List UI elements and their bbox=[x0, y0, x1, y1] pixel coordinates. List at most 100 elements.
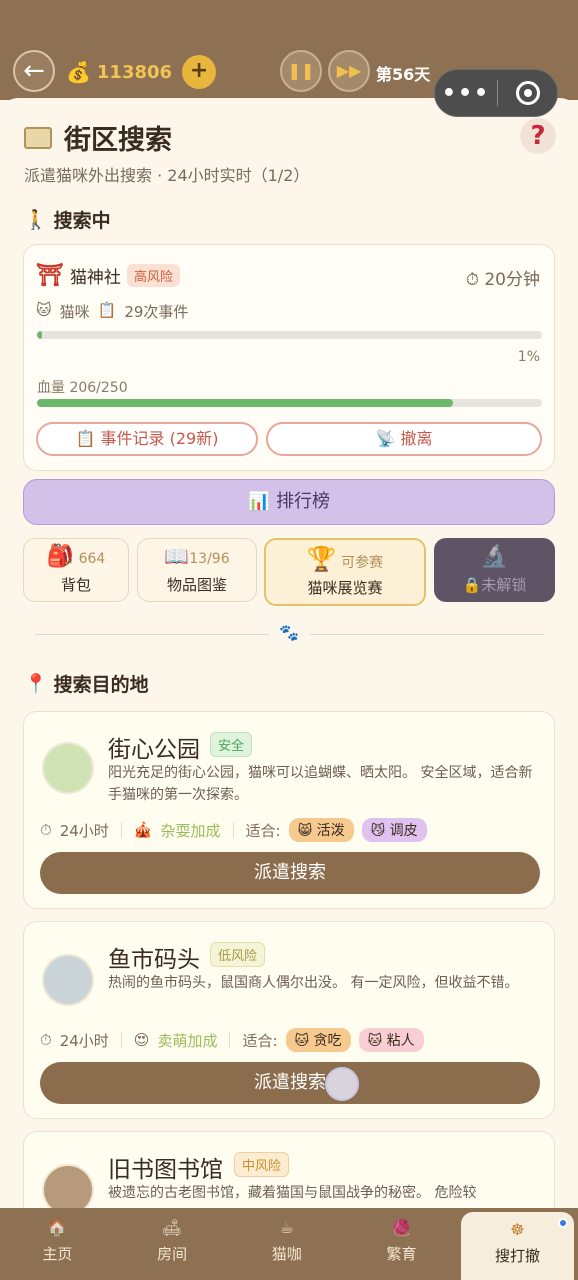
dispatch-button[interactable]: 派遣搜索 bbox=[40, 1062, 540, 1104]
page-header: 街区搜索 bbox=[24, 118, 172, 157]
cat-expo-tile[interactable]: 🏆 可参赛 猫咪展览赛 bbox=[264, 538, 426, 606]
trait-tag-label: 贪吃 bbox=[313, 1033, 342, 1049]
hp-fill bbox=[37, 399, 454, 407]
trait-tag-label: 粘人 bbox=[386, 1033, 415, 1049]
lock-icon: 🔒 bbox=[462, 576, 482, 594]
trophy-icon: 🏆 可参赛 bbox=[306, 545, 384, 573]
catalog-count: 13/96 bbox=[189, 551, 230, 567]
cat-name: 猫咪 bbox=[59, 303, 90, 321]
nav-label: 猫咖 bbox=[271, 1245, 302, 1263]
help-button[interactable]: ? bbox=[520, 118, 556, 154]
destination-desc: 热闹的鱼市码头，鼠国商人偶尔出没。 有一定风险，但收益不错。 bbox=[108, 975, 519, 991]
heart-eyes-icon: 😍 bbox=[133, 1031, 150, 1049]
duration: 24小时 bbox=[59, 821, 109, 840]
nav-label: 搜打撤 bbox=[494, 1247, 540, 1265]
trait-tag-label: 活泼 bbox=[316, 823, 345, 839]
meta-separator bbox=[120, 1032, 122, 1048]
page-title: 街区搜索 bbox=[64, 125, 172, 156]
more-menu-button[interactable]: ••• bbox=[435, 81, 497, 106]
searching-section-title: 🚶 搜索中 bbox=[24, 206, 111, 233]
destination-card-fish-market: 鱼市码头 低风险 热闹的鱼市码头，鼠国商人偶尔出没。 有一定风险，但收益不错。 … bbox=[23, 921, 555, 1119]
nav-room[interactable]: 🛋 房间 bbox=[115, 1208, 230, 1280]
active-search-card: ⛩ 猫神社 高风险 ⏱ 20分钟 🐱 猫咪 📋 29次事件 1% 血量 206/… bbox=[23, 244, 555, 471]
nav-search[interactable]: ☸ 搜打撤 bbox=[460, 1212, 575, 1280]
locked-text: 未解锁 bbox=[481, 576, 527, 594]
event-log-button[interactable]: 📋 事件记录 (29新) bbox=[36, 422, 258, 456]
yarn-icon: 🧶 bbox=[391, 1218, 412, 1237]
location-name: 猫神社 bbox=[69, 268, 121, 288]
pin-icon: 📍 bbox=[24, 673, 48, 695]
searching-label: 搜索中 bbox=[53, 210, 111, 232]
coffee-icon: ☕ bbox=[279, 1218, 294, 1237]
destination-meta: ⏱ 24小时 🎪 杂耍加成 适合: 😸 活泼 😼 调皮 bbox=[40, 818, 427, 842]
trait-tag: 😼 调皮 bbox=[361, 818, 427, 842]
clipboard-icon: 📋 bbox=[75, 429, 101, 448]
nav-label: 繁育 bbox=[386, 1245, 417, 1263]
timer-value: 20分钟 bbox=[484, 270, 540, 290]
meta-separator bbox=[229, 1032, 231, 1048]
destinations-section-title: 📍 搜索目的地 bbox=[24, 670, 149, 697]
pause-button[interactable]: ❚❚ bbox=[280, 50, 322, 92]
nav-label: 房间 bbox=[157, 1245, 188, 1263]
trait-tag-label: 调皮 bbox=[389, 823, 418, 839]
paw-icon: 🐾 bbox=[279, 623, 299, 642]
stopwatch-icon: ⏱ bbox=[465, 270, 485, 290]
stopwatch-icon: ⏱ bbox=[40, 821, 52, 839]
risk-badge: 中风险 bbox=[234, 1152, 290, 1177]
suitable-label: 适合: bbox=[242, 1031, 278, 1050]
cat-face-icon: 🐱 bbox=[36, 301, 52, 319]
divider-left bbox=[35, 634, 269, 635]
search-location: ⛩ 猫神社 高风险 bbox=[36, 263, 180, 288]
destinations-label: 搜索目的地 bbox=[53, 674, 149, 696]
catalog-tile[interactable]: 📖13/96 物品图鉴 bbox=[137, 538, 257, 602]
hp-label: 血量 206/250 bbox=[37, 380, 128, 396]
torii-icon: ⛩ bbox=[36, 263, 64, 288]
retreat-button[interactable]: 📡 撤离 bbox=[266, 422, 542, 456]
search-progress-fill bbox=[37, 331, 43, 339]
close-mini-program-button[interactable] bbox=[516, 81, 540, 105]
risk-badge: 低风险 bbox=[210, 942, 266, 967]
locked-label: 🔒未解锁 bbox=[435, 574, 554, 595]
nav-home[interactable]: 🏠 主页 bbox=[0, 1208, 115, 1280]
destination-desc: 阳光充足的街心公园，猫咪可以追蝴蝶、晒太阳。 安全区域，适合新手猫咪的第一次探索… bbox=[108, 765, 533, 803]
expo-label: 猫咪展览赛 bbox=[307, 579, 383, 597]
day-counter: 第56天 bbox=[376, 65, 431, 84]
bonus-label: 杂耍加成 bbox=[160, 821, 221, 840]
map-icon bbox=[24, 126, 52, 149]
coin-counter: 💰 113806 + bbox=[66, 55, 217, 89]
search-timer: ⏱ 20分钟 bbox=[466, 265, 540, 290]
event-log-label: 事件记录 (29新) bbox=[100, 429, 219, 448]
backpack-count: 664 bbox=[78, 551, 106, 567]
touch-indicator bbox=[325, 1067, 359, 1101]
leaderboard-button[interactable]: 📊 排行榜 bbox=[23, 479, 555, 525]
nav-breeding[interactable]: 🧶 繁育 bbox=[344, 1208, 459, 1280]
book-icon: 📖13/96 bbox=[164, 544, 230, 568]
microscope-icon: 🔬 bbox=[480, 544, 509, 569]
destination-name: 旧书图书馆 bbox=[108, 1157, 223, 1183]
risk-badge: 安全 bbox=[210, 732, 253, 757]
bottom-nav: 🏠 主页 🛋 房间 ☕ 猫咖 🧶 繁育 ☸ 搜打撤 bbox=[0, 1208, 578, 1280]
duration: 24小时 bbox=[59, 1031, 109, 1050]
fast-forward-button[interactable]: ▶▶ bbox=[328, 50, 370, 92]
expo-status: 可参赛 bbox=[341, 555, 384, 571]
dispatch-button[interactable]: 派遣搜索 bbox=[40, 852, 540, 894]
nav-label: 主页 bbox=[42, 1245, 73, 1263]
progress-percent: 1% bbox=[517, 349, 540, 365]
destination-name: 街心公园 bbox=[108, 737, 200, 763]
walking-icon: 🚶 bbox=[24, 209, 48, 231]
destination-card-library: 旧书图书馆 中风险 被遗忘的古老图书馆，藏着猫国与鼠国战争的秘密。 危险较 bbox=[23, 1131, 555, 1208]
main-content: 街区搜索 ? 派遣猫咪外出搜索 · 24小时实时（1/2） 🚶 搜索中 ⛩ 猫神… bbox=[0, 98, 578, 1208]
fish-market-thumbnail bbox=[42, 954, 94, 1006]
bonus-label: 卖萌加成 bbox=[157, 1031, 218, 1050]
back-button[interactable]: ← bbox=[13, 50, 55, 92]
search-progress-bar bbox=[37, 331, 542, 339]
nav-cat-cafe[interactable]: ☕ 猫咖 bbox=[229, 1208, 344, 1280]
backpack-tile[interactable]: 🎒 664 背包 bbox=[23, 538, 129, 602]
event-count: 29次事件 bbox=[124, 303, 189, 321]
destination-desc: 被遗忘的古老图书馆，藏着猫国与鼠国战争的秘密。 危险较 bbox=[108, 1185, 477, 1201]
library-thumbnail bbox=[42, 1164, 94, 1208]
divider-right bbox=[310, 634, 544, 635]
add-coins-button[interactable]: + bbox=[182, 55, 217, 89]
coin-amount: 113806 bbox=[96, 61, 173, 83]
hp-bar bbox=[37, 399, 542, 407]
